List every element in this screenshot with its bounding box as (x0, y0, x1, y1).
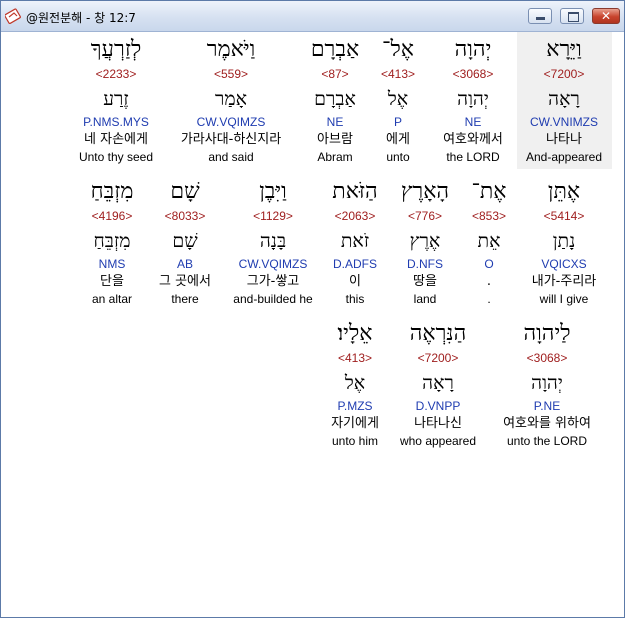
word-cell[interactable]: לְזַרְעֲךָ <2233> זֶרַע P.NMS.MYS 네 자손에게 Unto… (57, 32, 175, 169)
parsing-code: NMS (98, 257, 126, 271)
korean-gloss: 아브람 (317, 132, 353, 147)
parsing-code: NE (326, 115, 344, 129)
close-icon: ✕ (600, 9, 612, 23)
window-title: @원전분해 - 창 12:7 (26, 11, 136, 25)
app-icon[interactable] (5, 8, 21, 24)
parsing-code: P.MZS (337, 399, 373, 413)
english-gloss: unto him (331, 434, 379, 448)
word-cell[interactable]: אַבְרָם <87> אַבְרָם NE 아브람 Abram (276, 32, 394, 169)
english-gloss: Unto thy seed (78, 150, 154, 164)
lemma-word: אֶל (344, 372, 366, 394)
english-gloss: and said (208, 150, 254, 164)
hebrew-word: וַיֹּאמֶר (206, 37, 256, 62)
word-cell[interactable]: מִזְבֵּחַ <4196> מִזְבֵּחַ NMS 단을 an altar (53, 174, 171, 311)
minimize-button[interactable] (528, 8, 552, 24)
korean-gloss: 네 자손에게 (84, 132, 148, 147)
lemma-word: זֶרַע (103, 88, 129, 110)
english-gloss: an altar (91, 292, 133, 306)
korean-gloss: 여호와를 위하여 (503, 416, 591, 431)
korean-gloss: 자기에게 (331, 416, 379, 431)
title-bar[interactable]: @원전분해 - 창 12:7 ✕ (1, 1, 624, 32)
maximize-icon (568, 12, 579, 22)
parsing-code: P.NE (533, 399, 561, 413)
strong-number: <4196> (91, 209, 133, 223)
korean-gloss: 가라사대-하신지라 (180, 132, 282, 147)
word-cell[interactable]: וַיֹּאמֶר <559> אָמַר CW.VQIMZS 가라사대-하신지라 and… (172, 32, 290, 169)
parsing-code: P.NMS.MYS (83, 115, 149, 129)
parsing-code: CW.VQIMZS (196, 115, 266, 129)
hebrew-word: מִזְבֵּחַ (90, 179, 134, 204)
hebrew-word: לְזַרְעֲךָ (90, 37, 142, 62)
lemma-word: אַבְרָם (314, 88, 356, 110)
word-cell[interactable]: אֵלָיו׃ <413> אֶל P.MZS 자기에게 unto him (296, 316, 414, 453)
lemma-word: יְהוָה (531, 372, 563, 394)
strong-number: <3068> (526, 351, 568, 365)
lemma-word: אָמַר (215, 88, 247, 110)
korean-gloss: 단을 (100, 274, 124, 289)
english-gloss: unto the LORD (506, 434, 588, 448)
hebrew-word: לַיהוָה (523, 321, 571, 346)
strong-number: <2233> (95, 67, 137, 81)
english-gloss: Abram (317, 150, 353, 164)
lemma-word: מִזְבֵּחַ (93, 230, 131, 252)
word-cell[interactable]: לַיהוָה <3068> יְהוָה P.NE 여호와를 위하여 unto the … (488, 316, 606, 453)
strong-number: <413> (337, 351, 373, 365)
minimize-icon (536, 17, 545, 20)
interlinear-panel: וַיֵּרָא <7200> רָאָה CW.VNIMZS 나타나 And-appea… (5, 32, 620, 614)
strong-number: <87> (321, 67, 349, 81)
maximize-button[interactable] (560, 8, 584, 24)
app-window: @원전분해 - 창 12:7 ✕ וַיֵּרָא <7200> רָאָה CW.V… (0, 0, 625, 618)
hebrew-word: אֵלָיו׃ (337, 321, 373, 346)
strong-number: <559> (213, 67, 249, 81)
close-button[interactable]: ✕ (592, 8, 620, 24)
hebrew-word: אַבְרָם (310, 37, 360, 62)
